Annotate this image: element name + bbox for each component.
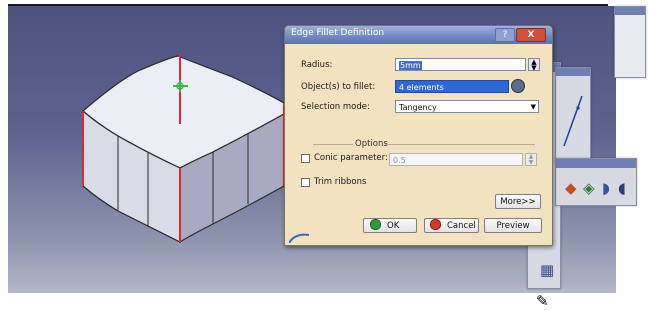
trim-ribbons-checkbox[interactable]: [301, 178, 310, 187]
dialog-corner-decoration: [289, 233, 309, 243]
conic-parameter-label: Conic parameter:: [314, 153, 388, 163]
objects-to-fillet-field[interactable]: 4 elements: [395, 80, 509, 93]
ok-icon: [370, 219, 381, 230]
conic-parameter-input[interactable]: 0.5: [389, 153, 523, 166]
close-button[interactable]: X: [516, 28, 546, 42]
radius-value: 5mm: [399, 61, 422, 70]
radius-label: Radius:: [301, 60, 333, 70]
dialog-title: Edge Fillet Definition: [291, 28, 385, 38]
screenshot-frame: ✎ ◆ ◈ ◗ ◖ ▦ Edge Fillet Definition ? X R…: [0, 0, 652, 309]
preview-button[interactable]: Preview: [484, 218, 542, 233]
toolbar-caption: [615, 7, 645, 15]
sketch-icon[interactable]: ✎: [536, 293, 549, 309]
ok-button[interactable]: OK: [363, 218, 417, 233]
cancel-icon: [430, 219, 441, 230]
conic-parameter-checkbox[interactable]: [301, 154, 310, 163]
dropdown-arrow-icon[interactable]: ▼: [531, 101, 536, 112]
line-tool-icon[interactable]: [556, 76, 590, 162]
help-button[interactable]: ?: [495, 28, 515, 42]
more-button[interactable]: More>>: [495, 194, 541, 209]
fillet-toolbar[interactable]: ◆ ◈ ◗ ◖: [555, 158, 637, 206]
tritangent-fillet-icon[interactable]: ◖: [618, 180, 626, 196]
dialog-titlebar[interactable]: Edge Fillet Definition ? X: [285, 26, 552, 44]
toolbar-caption: [556, 159, 636, 168]
ok-label: OK: [387, 221, 400, 231]
selection-mode-value: Tangency: [399, 103, 437, 112]
options-divider-right: [385, 144, 535, 145]
spin-up-down-icon[interactable]: ▲ ▼: [528, 58, 540, 72]
radius-input[interactable]: 5mm: [395, 58, 526, 71]
selection-mode-label: Selection mode:: [301, 102, 370, 112]
face-fillet-icon[interactable]: ◗: [602, 180, 610, 196]
middle-toolbar[interactable]: [555, 67, 591, 164]
trim-ribbons-label: Trim ribbons: [314, 177, 367, 187]
toolbar-caption: [556, 68, 590, 76]
variable-fillet-icon[interactable]: ◈: [583, 180, 595, 196]
selection-mode-select[interactable]: Tangency ▼: [395, 100, 539, 113]
fillet-icon[interactable]: ◆: [565, 180, 577, 196]
cancel-label: Cancel: [447, 221, 476, 231]
cancel-button[interactable]: Cancel: [424, 218, 479, 233]
toolbar-bottom-icon[interactable]: ▦: [540, 262, 554, 278]
edge-fillet-dialog[interactable]: Edge Fillet Definition ? X Radius: 5mm ▲…: [284, 25, 553, 246]
objects-label: Object(s) to fillet:: [301, 82, 376, 92]
selection-list-icon[interactable]: [511, 79, 525, 93]
top-right-toolbar[interactable]: [614, 6, 646, 78]
conic-spin-icon[interactable]: ▲ ▼: [525, 153, 537, 166]
options-divider-left: [313, 144, 353, 145]
options-heading: Options: [355, 139, 388, 149]
